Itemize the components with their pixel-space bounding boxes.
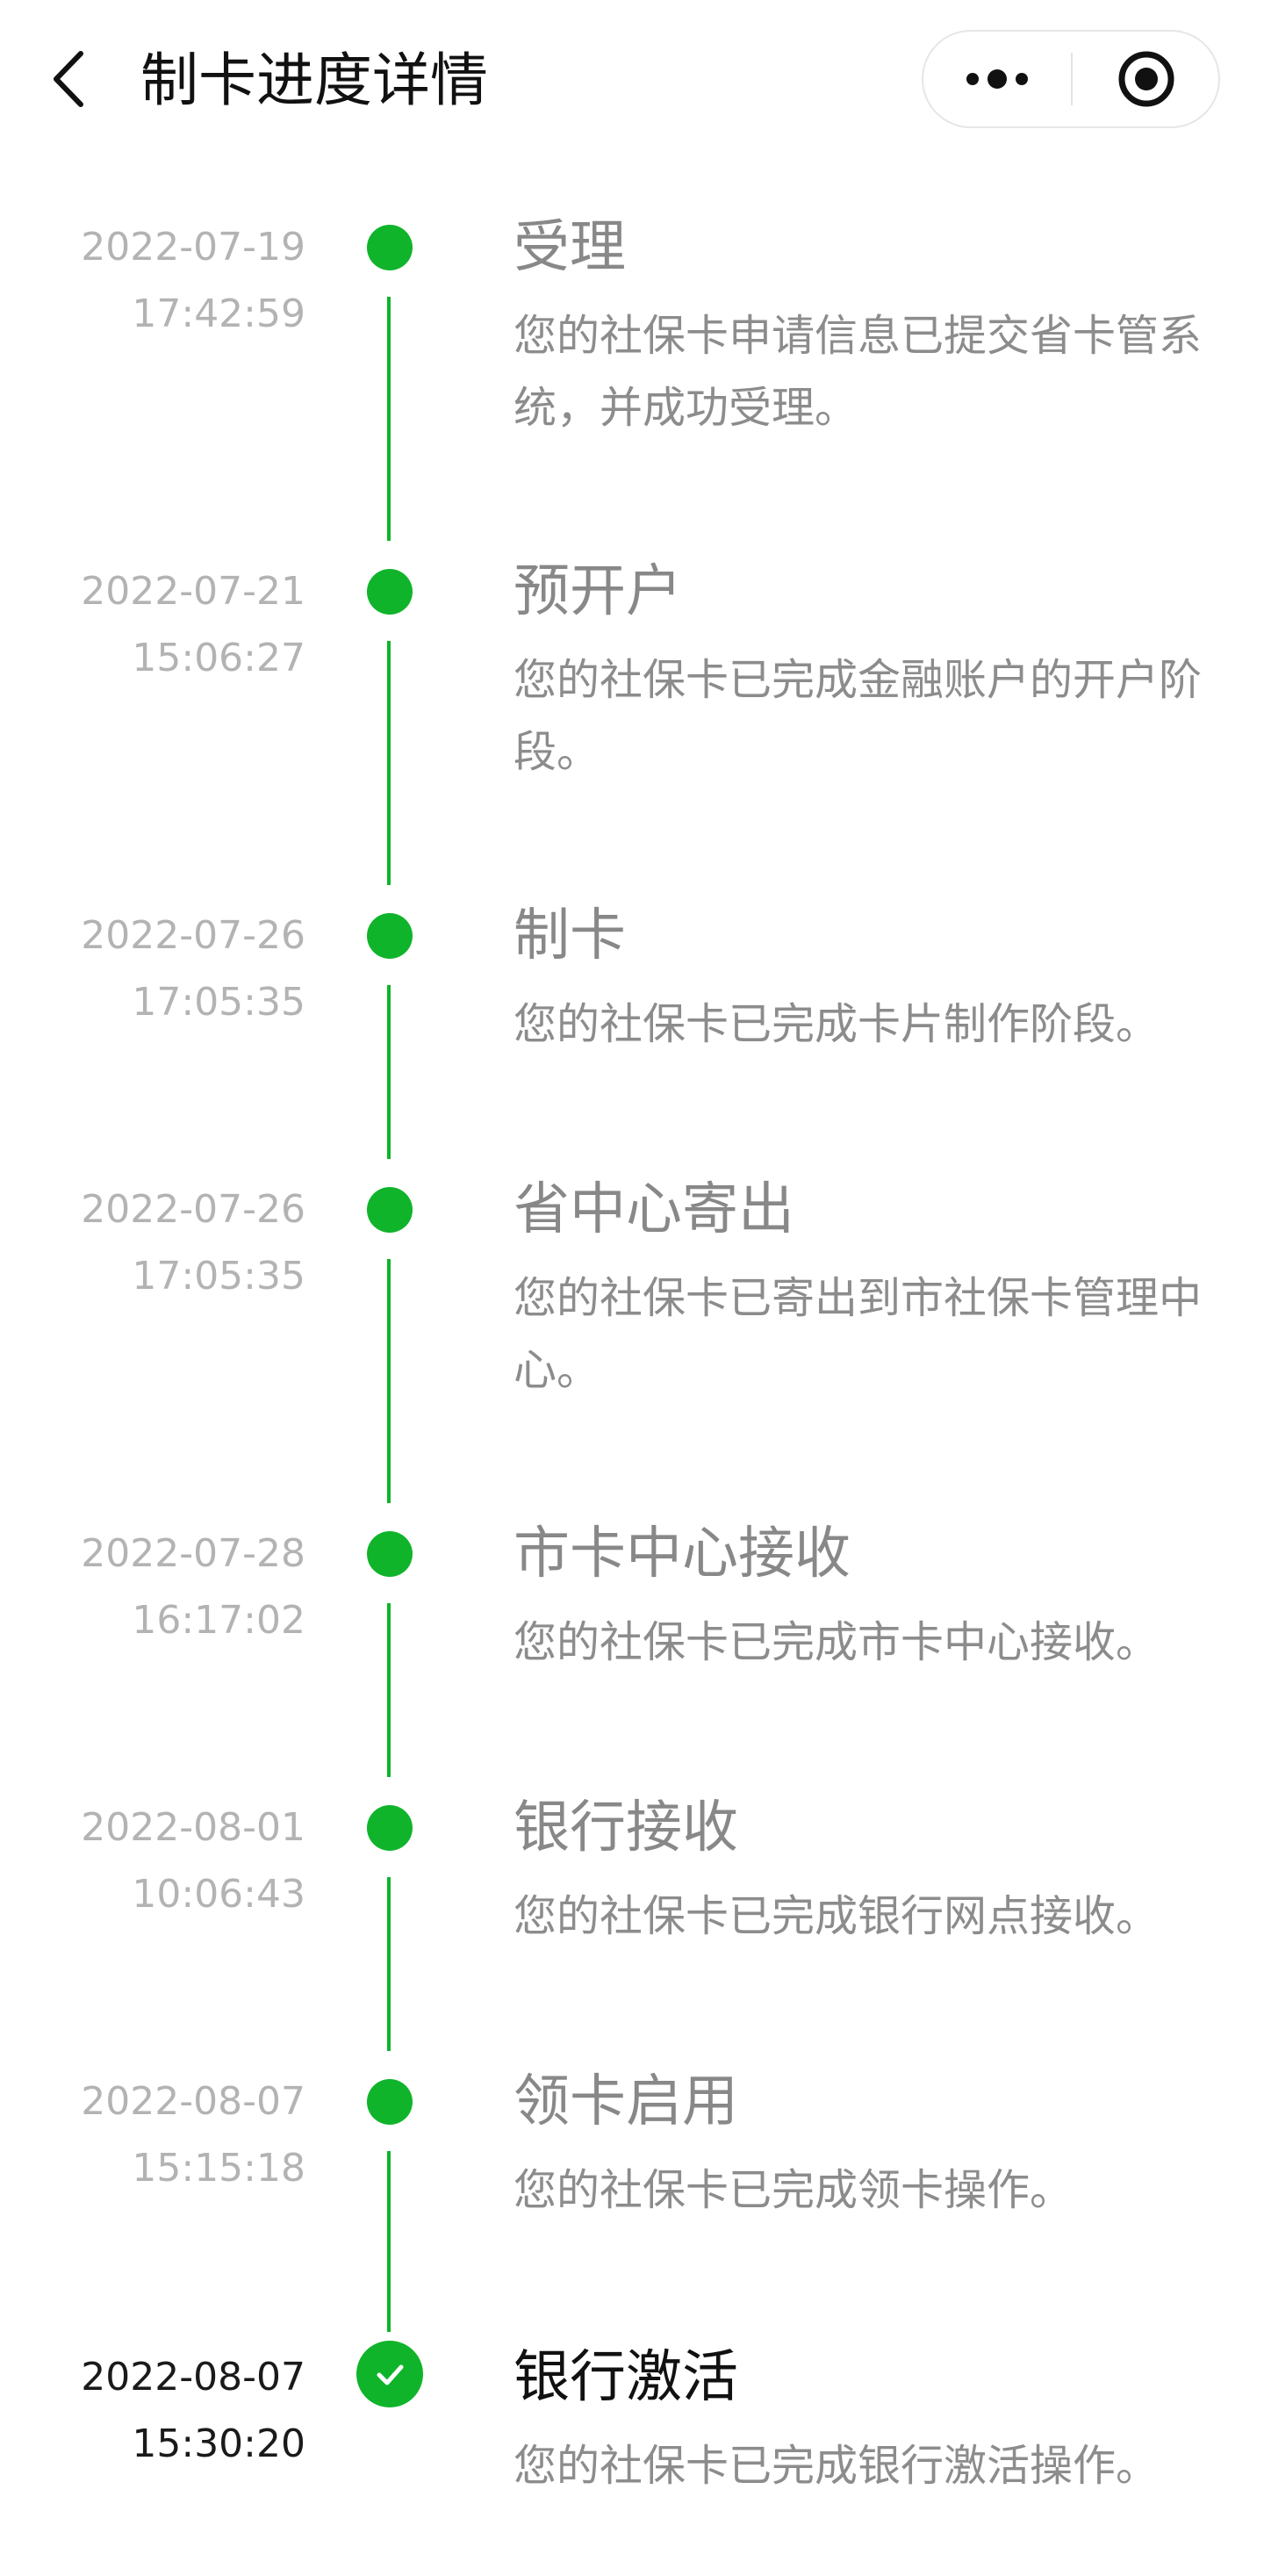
step-description: 您的社保卡已完成金融账户的开户阶段。 bbox=[514, 655, 1203, 777]
step-date: 2022-07-19 bbox=[81, 225, 305, 270]
step-date: 2022-07-26 bbox=[81, 913, 305, 958]
step-date: 2022-07-26 bbox=[81, 1187, 305, 1232]
step-description: 您的社保卡已完成卡片制作阶段。 bbox=[514, 999, 1160, 1049]
step-title: 制卡 bbox=[514, 903, 626, 968]
step-description: 您的社保卡已完成银行网点接收。 bbox=[514, 1891, 1160, 1941]
step-title: 预开户 bbox=[514, 559, 682, 624]
step-time: 17:05:35 bbox=[132, 980, 305, 1025]
step-time: 16:17:02 bbox=[132, 1598, 305, 1643]
step-dot bbox=[367, 2079, 413, 2125]
step-dot bbox=[367, 1805, 413, 1851]
step-time: 15:06:27 bbox=[132, 636, 305, 680]
step-title: 受理 bbox=[514, 215, 626, 280]
step-dot bbox=[367, 1531, 413, 1577]
step-description: 您的社保卡已完成领卡操作。 bbox=[514, 2165, 1074, 2215]
checkmark-icon bbox=[377, 2364, 404, 2385]
step-description: 您的社保卡已寄出到市社保卡管理中心。 bbox=[514, 1273, 1203, 1395]
progress-timeline: 2022-07-19 17:42:59 受理 您的社保卡申请信息已提交省卡管系统… bbox=[0, 0, 1264, 2576]
timeline-connector bbox=[387, 1259, 391, 1503]
timeline-connector bbox=[387, 1603, 391, 1777]
timeline-connector bbox=[387, 297, 391, 541]
step-dot bbox=[367, 1187, 413, 1233]
step-check-dot bbox=[356, 2341, 423, 2407]
timeline-connector bbox=[387, 985, 391, 1159]
step-date: 2022-08-07 bbox=[81, 2355, 305, 2400]
step-dot bbox=[367, 569, 413, 615]
step-time: 10:06:43 bbox=[132, 1872, 305, 1917]
step-title: 市卡中心接收 bbox=[514, 1522, 851, 1587]
timeline-connector bbox=[387, 1877, 391, 2051]
step-time: 15:15:18 bbox=[132, 2146, 305, 2191]
step-time: 15:30:20 bbox=[132, 2421, 305, 2466]
timeline-connector bbox=[387, 641, 391, 885]
step-title: 银行激活 bbox=[514, 2345, 738, 2410]
step-description: 您的社保卡已完成银行激活操作。 bbox=[514, 2441, 1160, 2491]
step-date: 2022-08-01 bbox=[81, 1805, 305, 1850]
step-date: 2022-07-28 bbox=[81, 1531, 305, 1576]
step-date: 2022-08-07 bbox=[81, 2079, 305, 2124]
step-title: 银行接收 bbox=[514, 1795, 738, 1860]
step-title: 省中心寄出 bbox=[514, 1177, 794, 1242]
step-description: 您的社保卡已完成市卡中心接收。 bbox=[514, 1617, 1160, 1667]
step-title: 领卡启用 bbox=[514, 2069, 738, 2134]
step-time: 17:42:59 bbox=[132, 291, 305, 336]
step-date: 2022-07-21 bbox=[81, 569, 305, 614]
step-dot bbox=[367, 225, 413, 270]
step-time: 17:05:35 bbox=[132, 1254, 305, 1299]
step-dot bbox=[367, 913, 413, 959]
step-description: 您的社保卡申请信息已提交省卡管系统，并成功受理。 bbox=[514, 311, 1203, 433]
timeline-connector bbox=[387, 2151, 391, 2332]
